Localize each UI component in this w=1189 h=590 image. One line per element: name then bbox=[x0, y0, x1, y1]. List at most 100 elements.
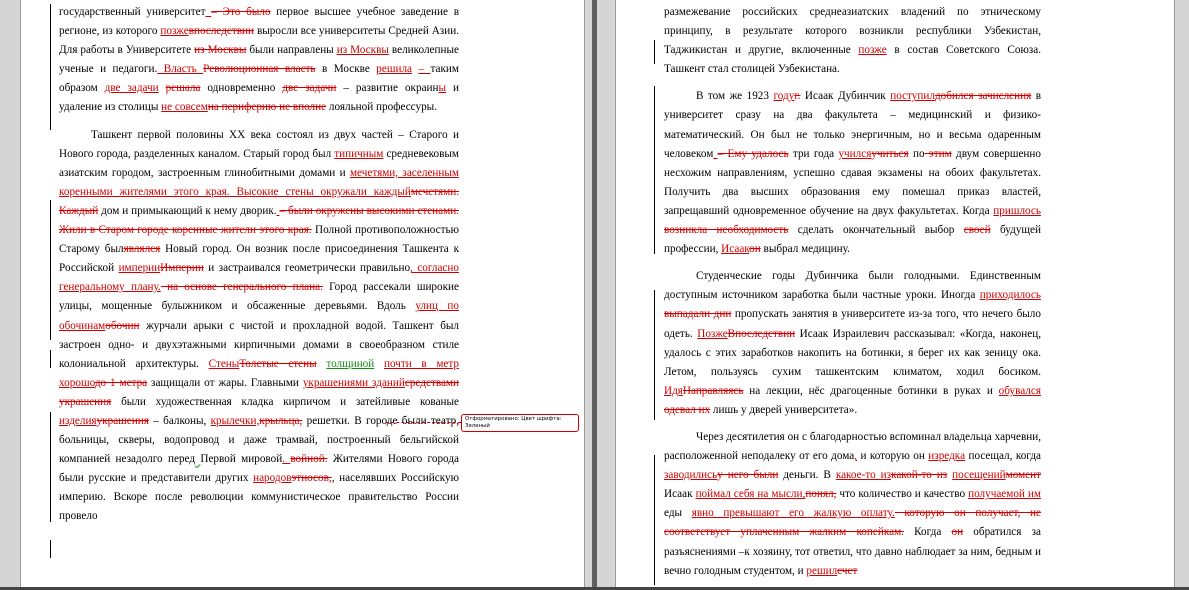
inserted-text: году bbox=[773, 90, 795, 103]
text-run: Исаак bbox=[664, 488, 696, 501]
text-run: В том же 1923 bbox=[696, 90, 774, 103]
text-run: Когда bbox=[903, 526, 952, 539]
inserted-text: какое-то из bbox=[835, 469, 892, 482]
paragraph[interactable]: Студенческие годы Дубинчика были голодны… bbox=[664, 267, 1041, 420]
change-bar bbox=[654, 455, 655, 585]
text-run: Первой мировой bbox=[200, 453, 283, 466]
inserted-text: поймал себя на мысли, bbox=[695, 488, 806, 501]
text-run bbox=[374, 358, 384, 370]
text-run: что количество и качество bbox=[836, 488, 969, 501]
text-run: три года bbox=[788, 147, 839, 160]
text-run: – развитие окраин bbox=[336, 82, 439, 95]
paragraph[interactable]: Ташкент первой половины XX века состоял … bbox=[59, 126, 459, 527]
inserted-text: крылечки, bbox=[210, 414, 260, 427]
deleted-text: своей bbox=[963, 224, 991, 237]
deleted-text: возникла необходимость bbox=[664, 224, 789, 237]
change-bar bbox=[654, 40, 655, 64]
inserted-text: позже bbox=[160, 25, 189, 38]
inserted-text: империи bbox=[118, 262, 161, 275]
text-run bbox=[159, 82, 166, 94]
deleted-text: на периферию не вполне bbox=[207, 101, 327, 114]
format-change-balloon[interactable]: Отформатировано: Цвет шрифта: Зеленый bbox=[461, 414, 579, 432]
text-run: лояльной профессуры. bbox=[326, 101, 437, 114]
deleted-text: момент bbox=[1005, 469, 1041, 482]
change-bar bbox=[50, 200, 51, 340]
deleted-text: впоследствии bbox=[188, 25, 255, 38]
inserted-text: учился bbox=[838, 147, 872, 160]
paragraph[interactable]: В том же 1923 годуг. Исаак Дубинчик пост… bbox=[664, 87, 1041, 259]
inserted-text: две задачи bbox=[104, 82, 159, 95]
deleted-text: понял, bbox=[805, 488, 837, 501]
deleted-text: этносов, bbox=[291, 472, 332, 485]
paragraph[interactable]: размежевание российских среднеазиатских … bbox=[664, 3, 1041, 79]
inserted-text: – bbox=[418, 63, 431, 76]
document-pane-left[interactable]: государственный университет – Это было п… bbox=[0, 0, 592, 590]
paragraph[interactable]: государственный университет – Это было п… bbox=[59, 3, 459, 118]
inserted-text: изредка bbox=[928, 450, 966, 463]
deleted-text: добился зачисления bbox=[934, 90, 1032, 103]
deleted-text: он bbox=[749, 243, 761, 256]
inserted-text: явно превышают его жалкую оплату. bbox=[691, 507, 895, 520]
deleted-text: – Это было bbox=[211, 6, 271, 18]
deleted-text: две задачи bbox=[282, 82, 337, 95]
text-run: – балконы, bbox=[148, 414, 211, 427]
change-bar bbox=[654, 86, 655, 254]
deleted-text: Империи bbox=[160, 262, 204, 275]
change-bar bbox=[50, 540, 51, 558]
inserted-text: Исаак bbox=[721, 243, 750, 256]
deleted-text: войной. bbox=[290, 453, 328, 466]
text-run: посещал, когда bbox=[965, 450, 1042, 463]
inserted-text: Власть bbox=[157, 63, 204, 76]
text-run: лишь у дверей университета». bbox=[710, 403, 858, 416]
inserted-text: позже bbox=[858, 44, 887, 57]
text-run: и которую он bbox=[857, 450, 929, 463]
text-run: и застраивался геометрически правильно bbox=[203, 262, 411, 275]
text-run: были художественная кладка кирпичом и за… bbox=[111, 395, 459, 408]
inserted-text: Идя bbox=[664, 384, 683, 397]
deleted-text: выпадали дни bbox=[664, 308, 732, 321]
deleted-text: учиться bbox=[871, 147, 909, 160]
text-run: защищали от жары. Главными bbox=[147, 376, 303, 389]
change-bar bbox=[50, 412, 51, 522]
deleted-text: этим bbox=[924, 147, 952, 160]
document-page-right[interactable]: размежевание российских среднеазиатских … bbox=[615, 0, 1175, 590]
deleted-text: он bbox=[951, 526, 964, 539]
inserted-text: поступил bbox=[890, 90, 935, 103]
text-run: Исаак Дубинчик bbox=[800, 90, 891, 103]
deleted-text: решала bbox=[165, 82, 201, 95]
change-bar bbox=[50, 4, 51, 130]
document-pane-right[interactable]: размежевание российских среднеазиатских … bbox=[597, 0, 1189, 590]
deleted-text: крыльца, bbox=[259, 414, 303, 427]
document-page-left[interactable]: государственный университет – Это было п… bbox=[20, 0, 585, 590]
inserted-text: обувался bbox=[998, 384, 1041, 397]
document-text-left[interactable]: государственный университет – Это было п… bbox=[59, 3, 459, 527]
inserted-text: решил bbox=[806, 564, 838, 577]
inserted-text: решила bbox=[376, 63, 412, 76]
paragraph[interactable]: Через десятилетия он с благодарностью вс… bbox=[664, 428, 1041, 581]
inserted-text: изделия bbox=[59, 414, 97, 427]
text-run bbox=[317, 358, 327, 370]
formatted-text: толщиной bbox=[326, 357, 375, 370]
change-bar bbox=[50, 350, 51, 368]
text-run: на лекции, нёс драгоценные ботинки в рук… bbox=[743, 384, 999, 397]
inserted-text: ы bbox=[438, 82, 447, 95]
text-run: выбрал медицину. bbox=[760, 243, 850, 256]
deleted-text: одевал их bbox=[664, 403, 711, 416]
text-run: деньги. В bbox=[778, 469, 836, 482]
deleted-text: счет bbox=[837, 564, 858, 577]
deleted-text: у него были bbox=[717, 469, 779, 482]
text-run: были направлены bbox=[246, 44, 337, 57]
document-text-right[interactable]: размежевание российских среднеазиатских … bbox=[664, 3, 1041, 581]
deleted-text: на основе генерального плана. bbox=[160, 281, 323, 294]
inserted-text: пришлось bbox=[993, 204, 1041, 217]
deleted-text: Революционная власть bbox=[203, 63, 316, 76]
deleted-text: до 1 метра bbox=[94, 376, 148, 389]
text-run: в Москве bbox=[315, 63, 377, 76]
inserted-text: посещений bbox=[952, 469, 1006, 482]
deleted-text: Впоследствии bbox=[727, 327, 796, 340]
text-run: государственный университет bbox=[59, 6, 206, 18]
text-run: еды bbox=[664, 507, 692, 520]
text-run: по bbox=[908, 147, 925, 160]
inserted-text: не совсем bbox=[161, 101, 208, 114]
text-run: дом и примыкающий к нему дворик. bbox=[98, 204, 277, 217]
